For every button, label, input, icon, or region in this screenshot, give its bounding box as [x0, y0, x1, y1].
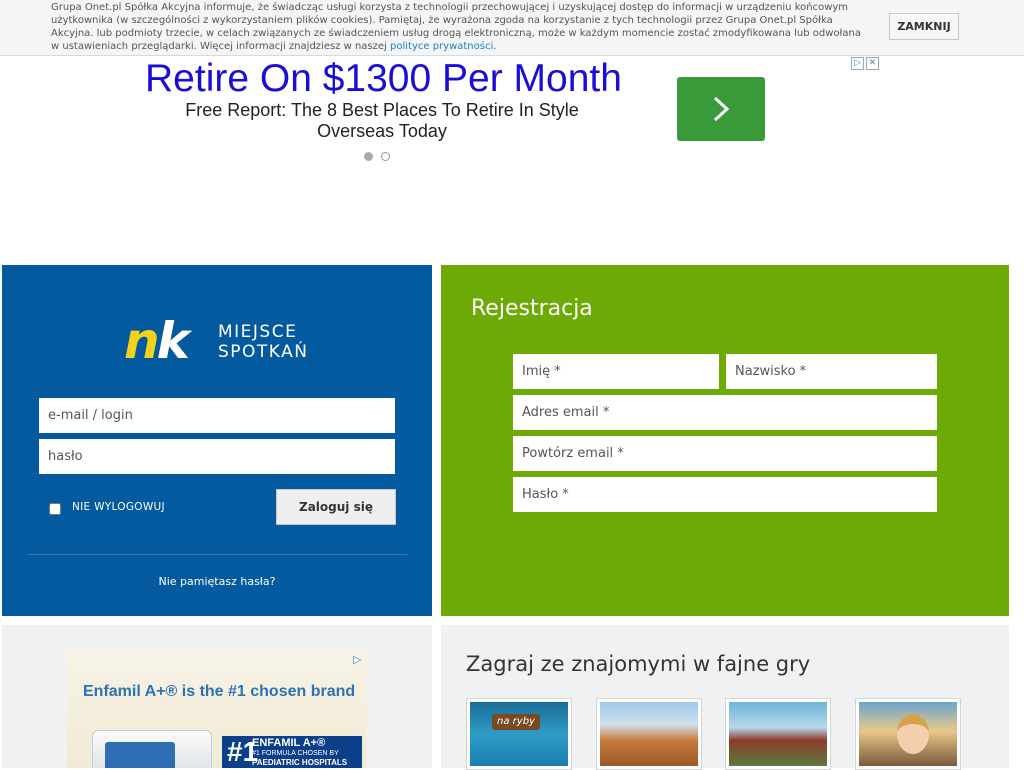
ad-headline[interactable]: Retire On $1300 Per Month: [145, 57, 622, 101]
formula-can-label: [105, 742, 175, 768]
adchoices-icon[interactable]: ▷: [353, 653, 361, 666]
nk-logo-mark: nk: [124, 312, 190, 370]
privacy-policy-link[interactable]: polityce prywatności: [390, 41, 493, 52]
side-ad-panel: Enfamil A+® is the #1 chosen brand #1 EN…: [2, 625, 432, 768]
enfamil-ad[interactable]: Enfamil A+® is the #1 chosen brand #1 EN…: [67, 650, 367, 768]
badge-line2: #1 FORMULA CHOSEN BY: [252, 750, 339, 757]
login-panel: nk MIEJSCE SPOTKAŃ NIE WYLOGOWUJ Zaloguj…: [2, 265, 432, 616]
register-email-input[interactable]: [513, 395, 937, 430]
game-thumbnail: [859, 702, 957, 766]
carousel-dot[interactable]: [381, 152, 390, 161]
game-thumbnail: na ryby: [470, 702, 568, 766]
login-password-input[interactable]: [39, 439, 395, 474]
badge-line3: PAEDIATRIC HOSPITALS: [252, 758, 348, 767]
forgot-password-link[interactable]: Nie pamiętasz hasła?: [2, 575, 432, 588]
chevron-right-icon: [713, 96, 730, 122]
cookie-text-end: .: [493, 41, 497, 52]
last-name-input[interactable]: [726, 354, 937, 389]
login-submit-button[interactable]: Zaloguj się: [276, 489, 396, 525]
registration-panel: Rejestracja: [441, 265, 1009, 616]
logo-line2: SPOTKAŃ: [218, 342, 309, 362]
game-tile[interactable]: na ryby: [466, 698, 572, 770]
game-thumbnail: [729, 702, 827, 766]
games-title: Zagraj ze znajomymi w fajne gry: [466, 652, 811, 676]
logo-k: k: [156, 312, 190, 370]
logo-line1: MIEJSCE: [218, 322, 298, 342]
adchoices-controls: ▷ ✕: [851, 57, 880, 70]
game-tile[interactable]: [596, 698, 702, 770]
remember-me-label[interactable]: NIE WYLOGOWUJ: [72, 501, 165, 513]
game-thumbnail: [600, 702, 698, 766]
login-divider: [27, 554, 407, 555]
game-sign: na ryby: [492, 714, 540, 730]
game-tile[interactable]: [725, 698, 831, 770]
adchoices-icon[interactable]: ▷: [851, 57, 864, 70]
first-name-input[interactable]: [513, 354, 719, 389]
game-tile[interactable]: [855, 698, 961, 770]
carousel-dot-active[interactable]: [364, 152, 373, 161]
cookie-consent-bar: Grupa Onet.pl Spółka Akcyjna informuje, …: [0, 0, 1024, 56]
game-character: [897, 714, 929, 754]
games-panel: Zagraj ze znajomymi w fajne gry na ryby: [441, 625, 1009, 770]
logo-wordmark: MIEJSCE SPOTKAŃ: [218, 322, 309, 362]
badge-line1: ENFAMIL A+®: [252, 737, 326, 749]
ad-next-button[interactable]: [677, 77, 765, 141]
cookie-close-button[interactable]: ZAMKNIJ: [889, 13, 959, 40]
close-icon[interactable]: ✕: [866, 57, 879, 70]
logo-n: n: [124, 312, 160, 370]
register-password-input[interactable]: [513, 477, 937, 512]
register-email-repeat-input[interactable]: [513, 436, 937, 471]
cookie-consent-text: Grupa Onet.pl Spółka Akcyjna informuje, …: [51, 1, 861, 53]
ad-carousel-dots: [364, 146, 398, 165]
enfamil-headline[interactable]: Enfamil A+® is the #1 chosen brand: [83, 683, 355, 701]
remember-me-checkbox[interactable]: [49, 503, 61, 515]
enfamil-badge: #1 ENFAMIL A+® #1 FORMULA CHOSEN BY PAED…: [222, 736, 362, 768]
login-email-input[interactable]: [39, 398, 395, 433]
ad-subline[interactable]: Free Report: The 8 Best Places To Retire…: [152, 100, 612, 142]
registration-title: Rejestracja: [471, 296, 593, 321]
